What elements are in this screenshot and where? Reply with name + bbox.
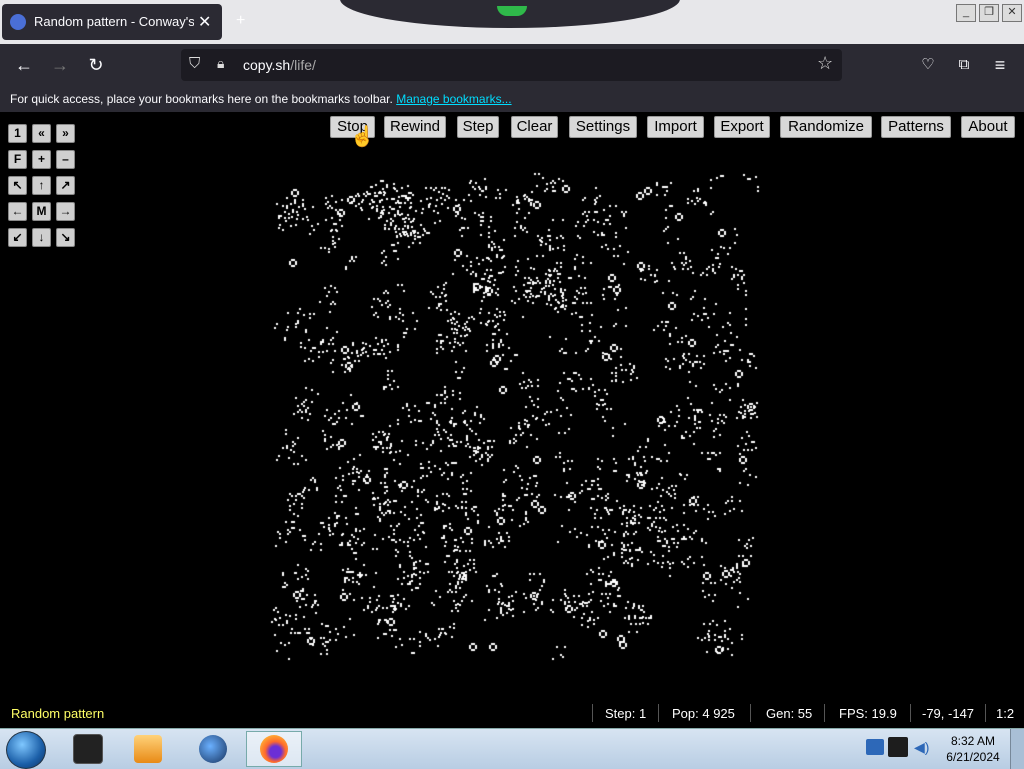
zoom-level: 1:2 xyxy=(996,706,1015,721)
puzzle-icon[interactable]: ⧉ xyxy=(953,54,975,76)
game-of-life-icon xyxy=(10,14,26,30)
fps-counter: FPS: 19.9 xyxy=(839,706,897,721)
hamburger-icon[interactable]: ≡ xyxy=(989,54,1011,76)
zoom-in-button[interactable]: + xyxy=(32,150,51,169)
shield-icon[interactable]: ⛉ xyxy=(189,55,200,72)
taskbar: ◀) 8:32 AM 6/21/2024 xyxy=(0,728,1024,769)
status-bar: Random pattern Step: 1 Pop: 4 925 Gen: 5… xyxy=(0,702,1024,724)
patterns-button[interactable]: Patterns xyxy=(881,116,951,138)
step-counter: Step: 1 xyxy=(605,706,647,721)
url-bar[interactable]: ⛉ 🔒︎ copy.sh/life/ ☆ xyxy=(181,49,842,81)
pan-up-right-button[interactable]: ↗ xyxy=(56,176,75,195)
import-button[interactable]: Import xyxy=(647,116,704,138)
plus-icon[interactable]: + xyxy=(236,12,245,30)
globe-icon[interactable] xyxy=(185,731,241,767)
system-tray[interactable]: ◀) xyxy=(866,735,936,763)
clock[interactable]: 8:32 AM 6/21/2024 xyxy=(940,733,1006,765)
bookmarks-message: For quick access, place your bookmarks h… xyxy=(10,92,512,106)
coordinates: -79, -147 xyxy=(922,706,975,721)
faster-button[interactable]: » xyxy=(56,124,75,143)
clock-date: 6/21/2024 xyxy=(946,750,1000,764)
navigation-bar: ← → ↻ ⛉ 🔒︎ copy.sh/life/ ☆ ♡ ⧉ ≡ xyxy=(0,44,1024,86)
pattern-name: Random pattern xyxy=(11,706,105,721)
divider xyxy=(592,704,593,722)
network-icon[interactable] xyxy=(866,739,884,755)
life-grid-canvas[interactable] xyxy=(0,112,1024,702)
hand-cursor-icon: ☝ xyxy=(350,126,375,148)
tab-title: Random pattern - Conway's Game of Life xyxy=(34,14,194,29)
clock-time: 8:32 AM xyxy=(950,734,996,748)
pan-down-right-button[interactable]: ↘ xyxy=(56,228,75,247)
media-player-icon[interactable] xyxy=(120,731,176,767)
manage-bookmarks-link[interactable]: Manage bookmarks... xyxy=(396,92,511,106)
firefox-icon[interactable] xyxy=(246,731,302,767)
reset-zoom-button[interactable]: 1 xyxy=(8,124,27,143)
tab-strip: Random pattern - Conway's Game of Life ✕… xyxy=(0,0,1024,44)
bookmarks-toolbar: For quick access, place your bookmarks h… xyxy=(0,86,1024,112)
star-icon[interactable]: ☆ xyxy=(817,53,833,74)
pan-down-button[interactable]: ↓ xyxy=(32,228,51,247)
divider xyxy=(658,704,659,722)
randomize-button[interactable]: Randomize xyxy=(780,116,872,138)
close-icon[interactable]: ✕ xyxy=(198,12,211,32)
pan-up-left-button[interactable]: ↖ xyxy=(8,176,27,195)
terminal-icon[interactable] xyxy=(60,731,116,767)
pan-right-button[interactable]: → xyxy=(56,202,75,221)
reload-icon[interactable]: ↻ xyxy=(85,54,107,76)
divider xyxy=(985,704,986,722)
settings-button[interactable]: Settings xyxy=(569,116,637,138)
arrow-right-icon[interactable]: → xyxy=(49,54,71,76)
lock-icon[interactable]: 🔒︎ xyxy=(217,55,224,72)
pan-left-button[interactable]: ← xyxy=(8,202,27,221)
minimize-icon[interactable]: _ xyxy=(956,4,976,22)
population-counter: Pop: 4 925 xyxy=(672,706,735,721)
fit-pattern-button[interactable]: F xyxy=(8,150,27,169)
url-text[interactable]: copy.sh/life/ xyxy=(243,57,316,73)
step-button[interactable]: Step xyxy=(457,116,499,138)
device-icon[interactable] xyxy=(888,737,908,757)
game-of-life-page: 1 «» F + – ↖ ↑ ↗ ← M → ↙ ↓ ↘ Stop Rewind Step Clear Setti… xyxy=(0,112,1024,728)
generation-counter: Gen: 55 xyxy=(766,706,813,721)
divider xyxy=(910,704,911,722)
pocket-icon[interactable]: ♡ xyxy=(917,54,939,76)
maximize-icon[interactable]: ❐ xyxy=(979,4,999,22)
speaker-icon[interactable]: ◀) xyxy=(914,739,929,756)
pan-up-button[interactable]: ↑ xyxy=(32,176,51,195)
start-button[interactable] xyxy=(6,731,46,769)
show-desktop-button[interactable] xyxy=(1010,729,1024,769)
arrow-left-icon[interactable]: ← xyxy=(13,54,35,76)
window-close-icon[interactable]: ✕ xyxy=(1002,4,1022,22)
rewind-button[interactable]: Rewind xyxy=(384,116,446,138)
center-button[interactable]: M xyxy=(32,202,51,221)
divider xyxy=(750,704,751,722)
about-button[interactable]: About xyxy=(961,116,1015,138)
pan-down-left-button[interactable]: ↙ xyxy=(8,228,27,247)
browser-tab[interactable]: Random pattern - Conway's Game of Life ✕ xyxy=(2,4,222,40)
clear-button[interactable]: Clear xyxy=(511,116,558,138)
divider xyxy=(824,704,825,722)
slower-button[interactable]: « xyxy=(32,124,51,143)
export-button[interactable]: Export xyxy=(714,116,770,138)
zoom-out-button[interactable]: – xyxy=(56,150,75,169)
